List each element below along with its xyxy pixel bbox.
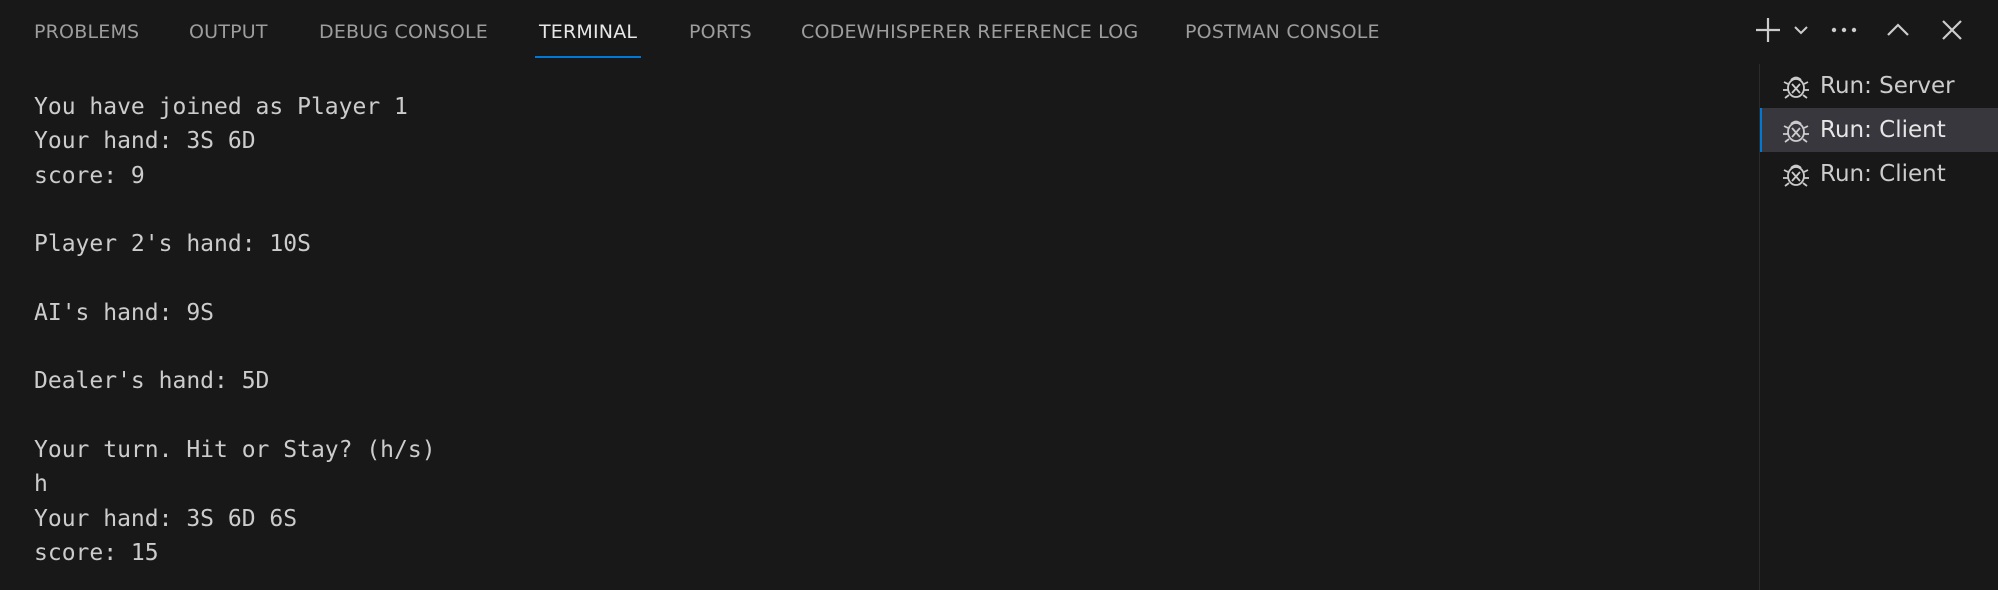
terminal-item-run-client[interactable]: Run: Client xyxy=(1760,108,1998,152)
terminal-list: Run: Server Run: Client Run: Client xyxy=(1760,64,1998,196)
maximize-panel-button[interactable] xyxy=(1880,12,1916,48)
close-icon xyxy=(1941,19,1963,41)
terminal-item-label: Run: Server xyxy=(1820,73,1955,99)
terminal-item-label: Run: Client xyxy=(1820,161,1946,187)
terminal-item-label: Run: Client xyxy=(1820,117,1946,143)
tab-output[interactable]: OUTPUT xyxy=(189,0,268,60)
terminal-output[interactable]: You have joined as Player 1 Your hand: 3… xyxy=(34,90,1734,570)
terminal-line: Dealer's hand: 5D xyxy=(34,368,270,395)
launch-profile-button[interactable] xyxy=(1783,12,1819,48)
terminal-line: You have joined as Player 1 xyxy=(34,94,408,120)
more-actions-button[interactable] xyxy=(1826,12,1862,48)
ellipsis-icon xyxy=(1830,26,1858,34)
chevron-down-icon xyxy=(1793,22,1809,38)
tab-postman-console[interactable]: POSTMAN CONSOLE xyxy=(1185,0,1380,60)
debug-icon xyxy=(1780,158,1812,190)
terminal-line: score: 9 xyxy=(34,162,145,189)
terminal-line: AI's hand: 9S xyxy=(34,299,215,326)
tab-debug-console[interactable]: DEBUG CONSOLE xyxy=(319,0,488,60)
tab-terminal[interactable]: TERMINAL xyxy=(534,0,642,60)
terminal-line: score: 15 xyxy=(34,539,159,566)
terminal-line: h xyxy=(34,471,48,498)
terminal-line: Your hand: 3S 6D 6S xyxy=(34,505,298,532)
panel-tab-bar: PROBLEMS OUTPUT DEBUG CONSOLE TERMINAL P… xyxy=(0,0,1998,60)
terminal-panel: PROBLEMS OUTPUT DEBUG CONSOLE TERMINAL P… xyxy=(0,0,1998,590)
terminal-item-run-client[interactable]: Run: Client xyxy=(1760,152,1998,196)
chevron-up-icon xyxy=(1886,22,1910,38)
tab-problems[interactable]: PROBLEMS xyxy=(34,0,139,60)
terminal-line: Player 2's hand: 10S xyxy=(34,231,311,258)
debug-icon xyxy=(1780,114,1812,146)
plus-icon xyxy=(1754,16,1782,44)
terminal-item-run-server[interactable]: Run: Server xyxy=(1760,64,1998,108)
tab-ports[interactable]: PORTS xyxy=(689,0,752,60)
close-panel-button[interactable] xyxy=(1934,12,1970,48)
terminal-line: Your hand: 3S 6D xyxy=(34,128,256,155)
debug-icon xyxy=(1780,70,1812,102)
terminal-line: Your turn. Hit or Stay? (h/s) xyxy=(34,436,436,463)
new-terminal-button[interactable] xyxy=(1750,12,1786,48)
tab-codewhisperer-reference-log[interactable]: CODEWHISPERER REFERENCE LOG xyxy=(801,0,1138,60)
